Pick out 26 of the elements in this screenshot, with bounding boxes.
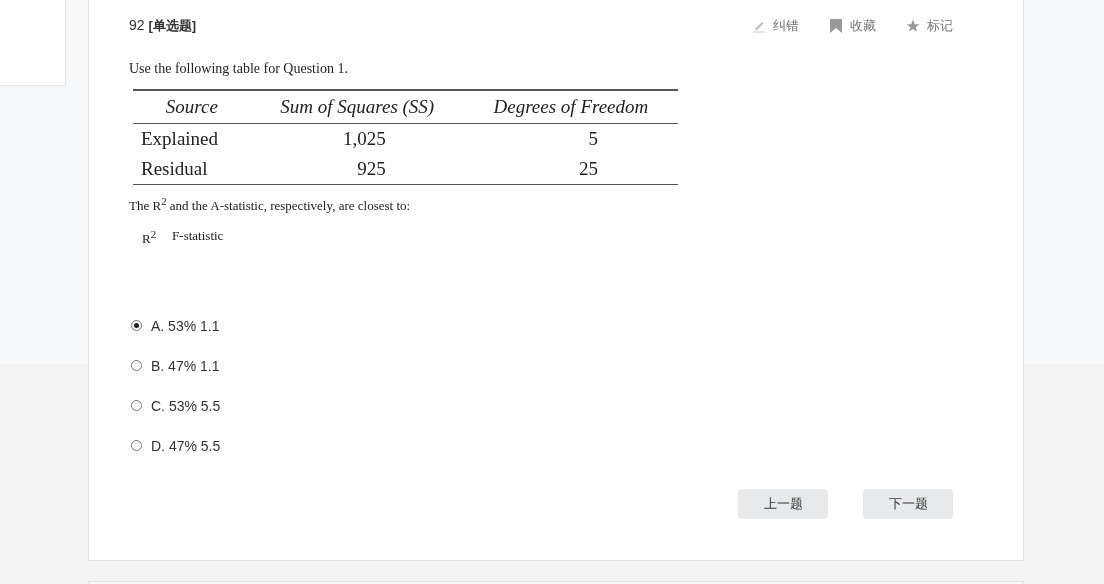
answer-header: F-statistic xyxy=(172,228,224,246)
bookmark-icon xyxy=(829,19,843,33)
column-header: Source xyxy=(133,90,251,124)
nav-button[interactable]: 下一题 xyxy=(863,488,953,519)
table-cell: Residual xyxy=(133,154,251,185)
table-cell: 1,025 xyxy=(250,123,464,154)
action-link[interactable]: 纠错 xyxy=(752,17,799,35)
answer-option[interactable]: C. 53% 5.5 xyxy=(129,395,953,416)
table-cell: Explained xyxy=(133,123,251,154)
answer-option[interactable]: B. 47% 1.1 xyxy=(129,355,953,376)
answer-option[interactable]: D. 47% 5.5 xyxy=(129,435,953,456)
intro-text: Use the following table for Question 1. xyxy=(129,61,349,77)
action-link[interactable]: 收藏 xyxy=(829,17,876,35)
column-header: Degrees of Freedom xyxy=(463,90,678,124)
table-cell: 925 xyxy=(250,154,464,185)
question-title: 92 [单选题] xyxy=(129,17,197,35)
nav-button[interactable]: 上一题 xyxy=(738,488,828,519)
action-link[interactable]: 标记 xyxy=(906,17,953,35)
answer-option[interactable]: A. 53% 1.1 xyxy=(129,315,953,336)
star-icon xyxy=(906,19,920,33)
pencil-icon xyxy=(752,19,766,33)
column-header: Sum of Squares (SS) xyxy=(250,90,464,124)
question-text: The R$^{2}$ and the A-statistic, respectively, are closest to: xyxy=(129,195,412,215)
answer-header: R$^{2}$ xyxy=(142,228,157,248)
table-cell: 25 xyxy=(463,154,678,185)
table-cell: 5 xyxy=(463,123,678,154)
